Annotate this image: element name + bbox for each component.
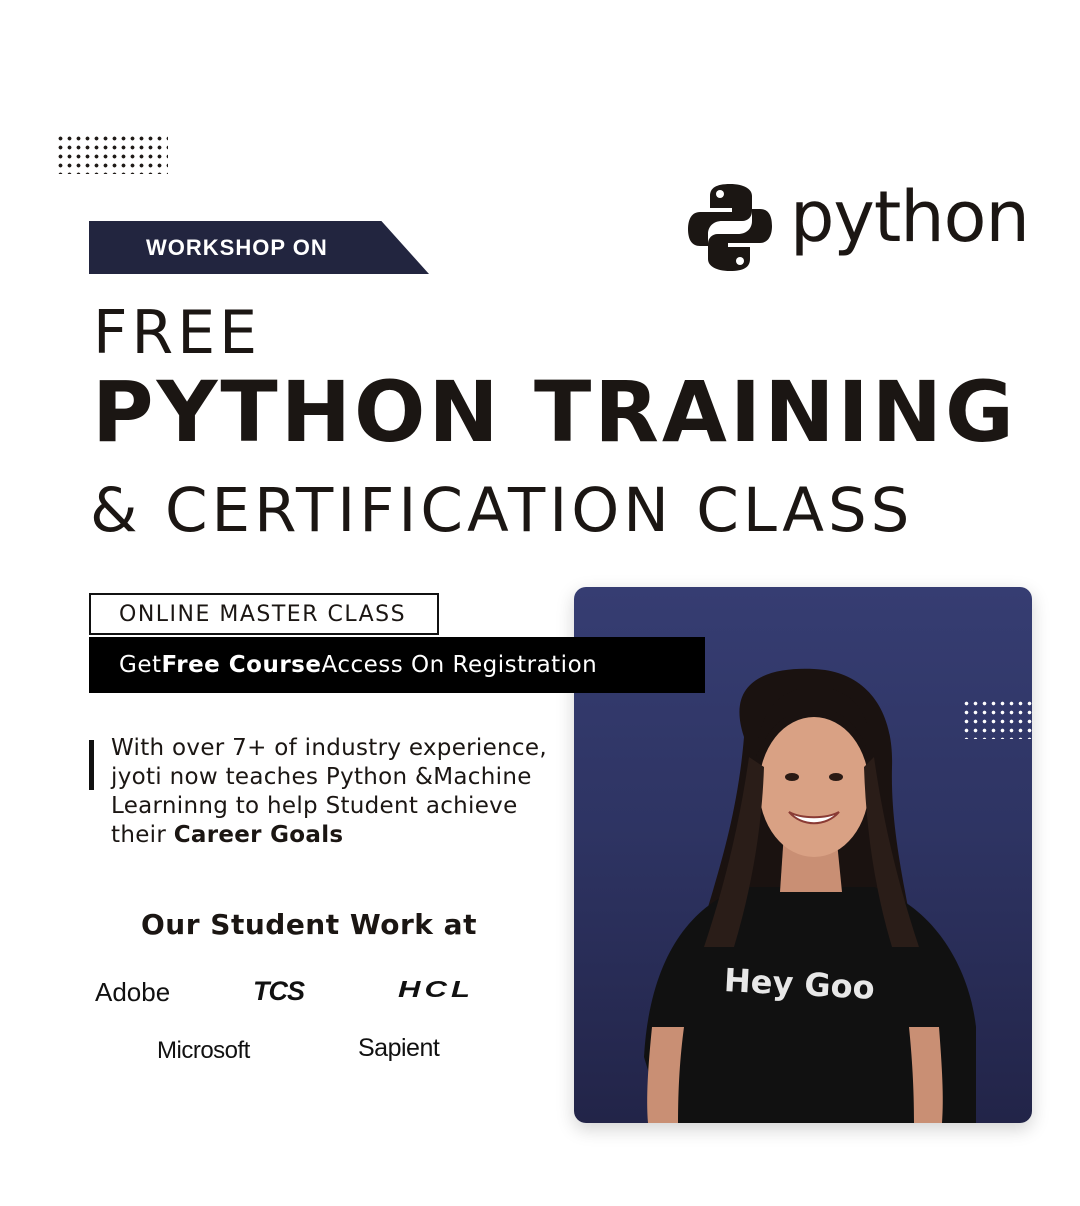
headline-python-training: PYTHON TRAINING	[92, 363, 1017, 461]
online-master-class-label: ONLINE MASTER CLASS	[89, 593, 439, 635]
bio-bold: Career Goals	[173, 822, 344, 848]
headline-free: FREE	[93, 298, 262, 368]
dot-grid-icon	[56, 134, 168, 174]
students-heading: Our Student Work at	[141, 908, 477, 941]
headline-certification-class: & CERTIFICATION CLASS	[90, 475, 914, 546]
online-master-class-text: ONLINE MASTER CLASS	[119, 601, 407, 627]
company-logo-adobe: Adobe	[95, 977, 171, 1007]
workshop-banner-label: WORKSHOP ON	[146, 234, 328, 260]
registration-text-bold: Free Course	[161, 652, 322, 678]
registration-text-pre: Get	[119, 652, 162, 678]
registration-text-post: Access On Registration	[321, 652, 598, 678]
python-logo-icon	[688, 184, 772, 271]
company-logo-tcs: TCS	[253, 976, 305, 1006]
company-logo-sapient: Sapient	[358, 1034, 440, 1062]
registration-bar: Get Free Course Access On Registration	[89, 637, 705, 693]
company-logo-hcl: HCL	[398, 976, 474, 1002]
workshop-banner: WORKSHOP ON	[89, 221, 429, 274]
company-logo-microsoft: Microsoft	[157, 1037, 250, 1064]
shirt-text: Hey Goo	[723, 961, 876, 1007]
instructor-bio: With over 7+ of industry experience, jyo…	[111, 734, 561, 850]
python-wordmark: python	[790, 176, 1030, 258]
bio-accent-bar	[89, 740, 94, 790]
